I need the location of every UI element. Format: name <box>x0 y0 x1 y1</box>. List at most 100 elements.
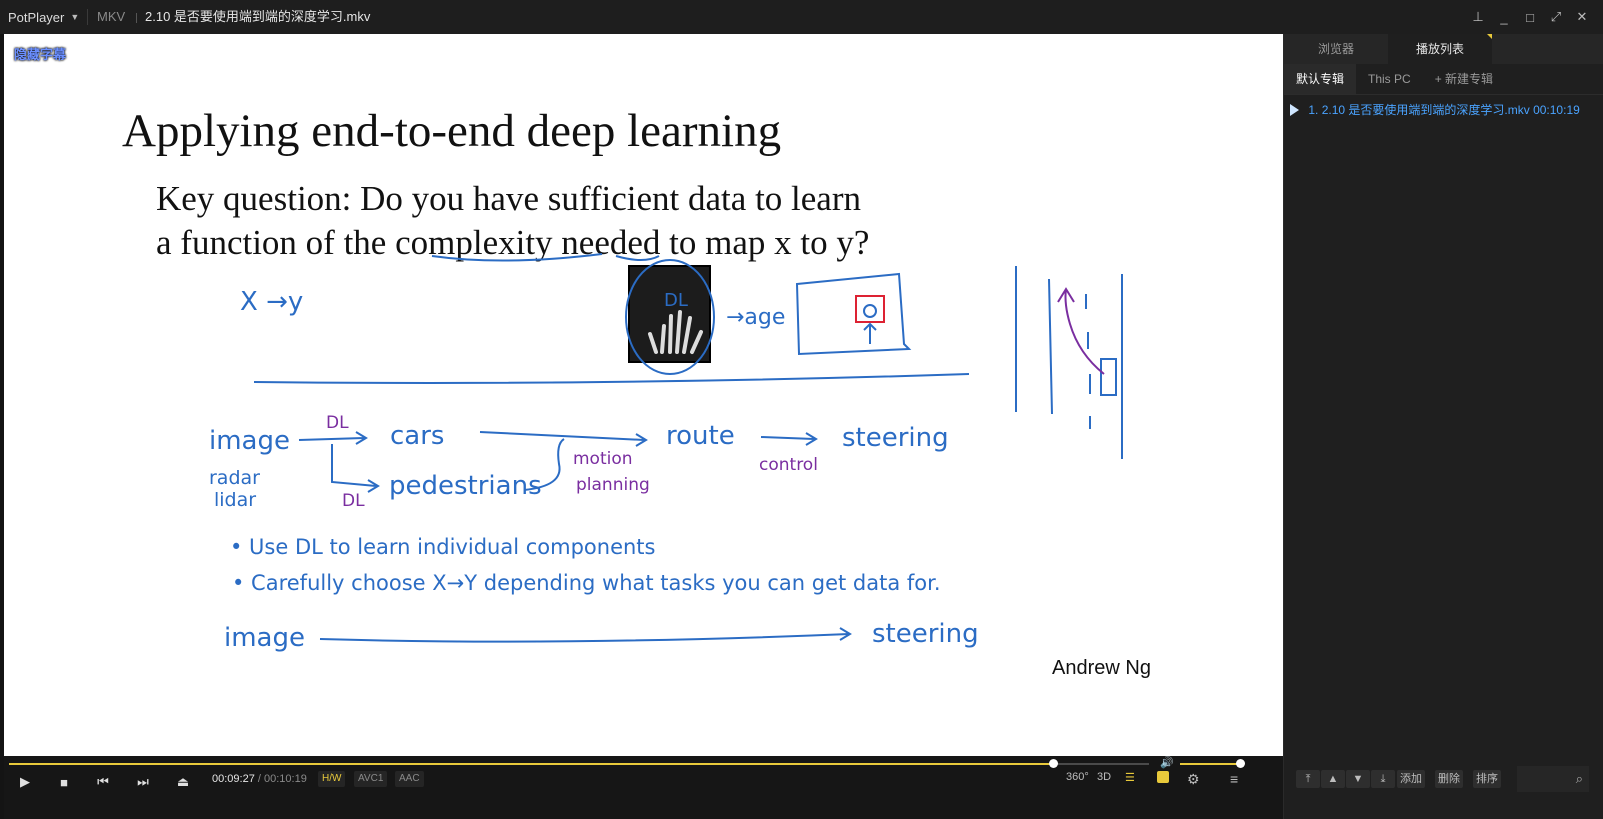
sort-button[interactable]: 排序 <box>1473 770 1501 788</box>
gear-icon[interactable]: ⚙ <box>1187 771 1200 788</box>
tab-browser[interactable]: 浏览器 <box>1284 34 1388 64</box>
fullscreen-icon[interactable]: ⤢ <box>1545 9 1567 25</box>
age-text: →age <box>726 305 785 330</box>
album-tabs: 默认专辑 This PC + 新建专辑 <box>1284 64 1603 95</box>
playlist-item[interactable]: 1. 2.10 是否要使用端到端的深度学习.mkv 00:10:19 <box>1290 100 1598 120</box>
playlist-item-duration: 00:10:19 <box>1533 103 1580 117</box>
subtitle-search-icon[interactable]: ☰ <box>1125 771 1135 784</box>
playlist-item-index: 1. <box>1308 103 1319 117</box>
side-panel: 浏览器 播放列表 默认专辑 This PC + 新建专辑 1. 2.10 是否要… <box>1283 34 1603 819</box>
next-button[interactable]: ⏭ <box>131 770 155 794</box>
move-top-icon[interactable]: ⤒ <box>1296 770 1320 788</box>
new-album-button[interactable]: + 新建专辑 <box>1423 64 1505 94</box>
playlist-icon <box>1157 771 1169 783</box>
playlist-item-title: 2.10 是否要使用端到端的深度学习.mkv <box>1321 103 1530 117</box>
pedestrian-head <box>863 304 877 318</box>
playlist-search-input[interactable]: ⌕ <box>1517 766 1589 792</box>
move-bottom-icon[interactable]: ⤓ <box>1371 770 1395 788</box>
route-text: route <box>666 421 735 451</box>
arrow-stroke <box>298 431 368 445</box>
app-menu-button[interactable]: PotPlayer ▼ <box>8 0 79 34</box>
move-down-icon[interactable]: ▼ <box>1346 770 1370 788</box>
video-frame[interactable]: 隐藏字幕 Applying end-to-end deep learning K… <box>4 34 1283 756</box>
eject-icon: ⏏ <box>176 774 190 789</box>
seek-bar-fill <box>9 763 1054 765</box>
slide-author: Andrew Ng <box>1052 657 1151 679</box>
divider <box>136 13 137 23</box>
steering2-text: steering <box>872 619 979 649</box>
volume-thumb[interactable] <box>1236 759 1245 768</box>
add-button[interactable]: 添加 <box>1397 770 1425 788</box>
bullet1-text: • Use DL to learn individual components <box>230 535 655 559</box>
vr360-button[interactable]: 360° <box>1066 771 1089 783</box>
time-display: 00:09:27 / 00:10:19 <box>212 773 307 785</box>
underline-stroke <box>431 253 660 262</box>
cars-text: cars <box>390 421 444 451</box>
move-up-icon[interactable]: ▲ <box>1321 770 1345 788</box>
trajectory-stroke <box>1057 287 1105 375</box>
duration: 00:10:19 <box>264 773 307 785</box>
play-icon: ▶ <box>20 774 30 789</box>
tab-this-pc[interactable]: This PC <box>1356 64 1423 94</box>
divider <box>87 9 88 25</box>
control-text: control <box>759 455 818 475</box>
divider-stroke <box>253 373 970 384</box>
skip-back-icon: ⏮ <box>97 774 109 789</box>
pedestrian-box <box>855 295 885 323</box>
pin-icon[interactable]: ⊥ <box>1467 9 1489 25</box>
title-bar: PotPlayer ▼ MKV 2.10 是否要使用端到端的深度学习.mkv ⊥… <box>0 0 1603 34</box>
volume-icon[interactable]: 🔊 <box>1160 756 1174 769</box>
minimize-icon[interactable]: _ <box>1493 10 1515 25</box>
tab-default-album[interactable]: 默认专辑 <box>1284 64 1357 94</box>
lidar-text: lidar <box>214 489 256 511</box>
box-stroke <box>795 272 912 356</box>
eject-button[interactable]: ⏏ <box>171 770 195 794</box>
play-button[interactable]: ▶ <box>13 770 37 794</box>
audio-codec-badge[interactable]: AAC <box>395 771 424 787</box>
lane-stroke <box>1085 294 1091 429</box>
car-rect <box>1100 358 1117 396</box>
steering-text: steering <box>842 423 949 453</box>
hw-decode-badge[interactable]: H/W <box>318 771 346 787</box>
volume-slider[interactable] <box>1180 759 1245 768</box>
control-bar: 🔊 ▶ ■ ⏮ ⏭ ⏏ 00:09:27 / 00:10:19 H/W AVC1… <box>4 756 1283 819</box>
volume-fill <box>1180 763 1240 765</box>
handwriting-layer: X →y DL →age image radar lidar DL cars D… <box>209 253 1123 653</box>
close-icon[interactable]: ✕ <box>1571 9 1593 25</box>
arrow-stroke <box>331 444 380 493</box>
playlist-toolbar: ⤒ ▲ ▼ ⤓ 添加 删除 排序 ⌕ <box>1284 762 1603 819</box>
file-format-label: MKV <box>97 9 126 24</box>
now-playing-icon <box>1290 104 1299 116</box>
video-codec-badge[interactable]: AVC1 <box>354 771 388 787</box>
3d-button[interactable]: 3D <box>1097 771 1111 783</box>
radar-text: radar <box>209 467 260 489</box>
window-title: 2.10 是否要使用端到端的深度学习.mkv <box>145 9 371 24</box>
search-icon: ⌕ <box>1575 771 1583 786</box>
menu-icon[interactable]: ≡ <box>1230 771 1238 787</box>
seek-bar[interactable] <box>9 759 1149 768</box>
app-name: PotPlayer <box>8 9 65 25</box>
image2-text: image <box>224 623 305 653</box>
skip-forward-icon: ⏭ <box>137 774 149 789</box>
stop-button[interactable]: ■ <box>52 770 76 794</box>
current-time: 00:09:27 <box>212 773 255 785</box>
tab-playlist[interactable]: 播放列表 <box>1388 34 1492 64</box>
xray-dl-label: DL <box>664 290 688 311</box>
previous-button[interactable]: ⏮ <box>91 770 115 794</box>
planning-text: planning <box>576 475 650 495</box>
delete-button[interactable]: 删除 <box>1435 770 1463 788</box>
arrow-stroke <box>863 322 877 344</box>
seek-thumb[interactable] <box>1049 759 1059 768</box>
dl-top-text: DL <box>326 413 349 433</box>
image-text: image <box>209 426 290 456</box>
panel-tabs: 浏览器 播放列表 <box>1284 34 1603 64</box>
arrow-stroke <box>760 432 818 446</box>
motion-text: motion <box>573 449 633 469</box>
playlist-toggle-button[interactable] <box>1157 771 1169 786</box>
bullet2-text: • Carefully choose X→Y depending what ta… <box>232 571 941 595</box>
stop-icon: ■ <box>60 774 68 790</box>
chevron-down-icon: ▼ <box>70 12 80 22</box>
pedestrians-text: pedestrians <box>389 471 542 501</box>
maximize-icon[interactable]: □ <box>1519 10 1541 25</box>
window-controls: ⊥ _ □ ⤢ ✕ <box>1467 0 1593 34</box>
